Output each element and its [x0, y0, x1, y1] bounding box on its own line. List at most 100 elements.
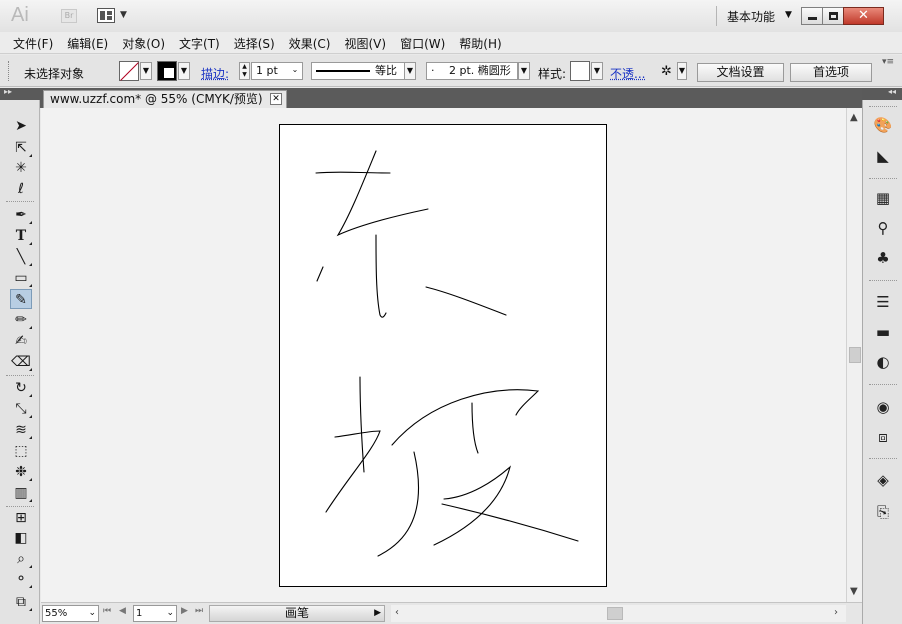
menu-view[interactable]: 视图(V)	[337, 32, 393, 54]
blend-icon[interactable]: ⚬	[10, 569, 32, 589]
status-menu-icon[interactable]: ▶	[374, 606, 381, 621]
recolor-artwork-icon[interactable]: ✲	[661, 64, 672, 79]
menu-help[interactable]: 帮助(H)	[452, 32, 508, 54]
zoom-caret-icon[interactable]: ⌄	[88, 606, 96, 621]
layers-icon[interactable]: ◈	[871, 469, 895, 491]
scroll-up-icon[interactable]: ▲	[850, 112, 858, 123]
workspace-switcher[interactable]: 基本功能	[727, 8, 775, 25]
tools-panel-header[interactable]: ▸▸	[0, 87, 40, 100]
brush-strokes	[315, 150, 579, 557]
scroll-right-icon[interactable]: ›	[834, 607, 838, 618]
stroke-panel-link[interactable]: 描边:	[201, 65, 229, 82]
menu-type[interactable]: 文字(T)	[172, 32, 227, 54]
stroke-swatch[interactable]	[157, 61, 177, 81]
eraser-icon[interactable]: ⌫	[10, 352, 32, 372]
vertical-scrollbar[interactable]: ▲ ▼	[846, 108, 862, 602]
magic-wand-icon[interactable]: ✳	[10, 158, 32, 178]
opacity-link[interactable]: 不透...	[610, 65, 645, 82]
menu-effect[interactable]: 效果(C)	[282, 32, 338, 54]
gradient-icon[interactable]: ◧	[10, 528, 32, 548]
graphic-style-dropdown-icon[interactable]: ▼	[591, 62, 603, 80]
free-transform-icon[interactable]: ⬚	[10, 441, 32, 461]
artboard-number-dropdown[interactable]: 1 ⌄	[133, 605, 177, 622]
pen-icon[interactable]: ✒	[10, 205, 32, 225]
fill-swatch[interactable]	[119, 61, 139, 81]
menu-select[interactable]: 选择(S)	[227, 32, 282, 54]
document-tab[interactable]: www.uzzf.com* @ 55% (CMYK/预览) ✕	[43, 90, 287, 108]
variable-width-profile[interactable]: 等比	[311, 62, 405, 80]
minimize-button[interactable]	[801, 7, 823, 25]
menu-object[interactable]: 对象(O)	[115, 32, 172, 54]
control-bar-grip[interactable]	[8, 61, 11, 81]
live-paint-icon[interactable]: ⧉	[10, 592, 32, 612]
pencil-icon[interactable]: ✏	[10, 310, 32, 330]
artboards-icon[interactable]: ⎘	[871, 501, 895, 523]
brushes-icon[interactable]: ⚲	[871, 217, 895, 239]
menu-edit[interactable]: 编辑(E)	[60, 32, 115, 54]
eyedropper-icon[interactable]: ⌕	[10, 549, 32, 569]
transparency-icon[interactable]: ◐	[871, 351, 895, 373]
menu-file[interactable]: 文件(F)	[6, 32, 60, 54]
scale-icon[interactable]: ⤡	[10, 399, 32, 419]
recolor-dropdown-icon[interactable]: ▼	[677, 62, 687, 80]
artboard[interactable]	[279, 124, 607, 587]
swatches-icon[interactable]: ▦	[871, 187, 895, 209]
artboard-caret-icon[interactable]: ⌄	[166, 606, 174, 621]
first-artboard-icon[interactable]: ⏮	[103, 606, 111, 616]
stroke-icon[interactable]: ☰	[871, 291, 895, 313]
fill-dropdown-icon[interactable]: ▼	[140, 62, 152, 80]
close-button[interactable]: ✕	[843, 7, 884, 25]
gradient-panel-icon[interactable]: ▬	[871, 321, 895, 343]
color-icon[interactable]: 🎨	[871, 114, 895, 136]
graphic-styles-icon[interactable]: ⧈	[871, 426, 895, 448]
selection-icon[interactable]: ➤	[10, 116, 32, 136]
rectangle-icon[interactable]: ▭	[10, 268, 32, 288]
brush-dropdown-icon[interactable]: ▼	[518, 62, 530, 80]
appearance-icon[interactable]: ◉	[871, 396, 895, 418]
stroke-dropdown-icon[interactable]: ▼	[178, 62, 190, 80]
expand-dock-icon[interactable]: ◂◂	[888, 87, 896, 96]
menu-window[interactable]: 窗口(W)	[393, 32, 452, 54]
direct-selection-icon[interactable]: ⇱	[10, 138, 32, 158]
stroke-weight-stepper[interactable]: ▲ ▼	[239, 62, 250, 80]
previous-artboard-icon[interactable]: ◀	[119, 606, 126, 616]
profile-dropdown-icon[interactable]: ▼	[404, 62, 416, 80]
control-panel-menu-icon[interactable]: ▾≡	[882, 57, 894, 67]
symbols-icon[interactable]: ♣	[871, 247, 895, 269]
mesh-icon[interactable]: ⊞	[10, 508, 32, 528]
dock-panel-header[interactable]: ◂◂	[862, 87, 902, 100]
line-segment-icon[interactable]: ╲	[10, 247, 32, 267]
color-guide-icon[interactable]: ◣	[871, 145, 895, 167]
type-icon[interactable]: T	[10, 226, 32, 246]
tools-divider	[6, 506, 34, 507]
bridge-button[interactable]: Br	[61, 9, 77, 23]
column-graph-icon[interactable]: ▥	[10, 483, 32, 503]
graphic-style-swatch[interactable]	[570, 61, 590, 81]
blob-brush-icon[interactable]: ✍	[10, 331, 32, 351]
rotate-icon[interactable]: ↻	[10, 378, 32, 398]
paintbrush-icon[interactable]: ✎	[10, 289, 32, 309]
vertical-scroll-thumb[interactable]	[849, 347, 861, 363]
preferences-button[interactable]: 首选项	[790, 63, 872, 82]
lasso-icon[interactable]: ℓ	[10, 179, 32, 199]
collapse-tools-icon[interactable]: ▸▸	[4, 87, 12, 96]
document-canvas[interactable]	[41, 108, 846, 602]
current-tool-status[interactable]: 画笔 ▶	[209, 605, 385, 622]
stroke-weight-caret-icon[interactable]: ⌄	[289, 62, 301, 80]
brush-definition[interactable]: · 2 pt. 椭圆形	[426, 62, 518, 80]
scroll-left-icon[interactable]: ‹	[395, 607, 399, 618]
workspace-caret-icon[interactable]: ▼	[785, 10, 792, 20]
document-setup-button[interactable]: 文档设置	[697, 63, 784, 82]
warp-icon[interactable]: ≋	[10, 420, 32, 440]
horizontal-scroll-thumb[interactable]	[607, 607, 623, 620]
close-document-icon[interactable]: ✕	[270, 93, 282, 105]
horizontal-scrollbar[interactable]: ‹ ›	[391, 605, 846, 622]
maximize-button[interactable]	[822, 7, 844, 25]
scroll-down-icon[interactable]: ▼	[850, 586, 858, 597]
arrange-documents-icon[interactable]	[97, 8, 115, 23]
zoom-dropdown[interactable]: 55% ⌄	[42, 605, 99, 622]
symbol-sprayer-icon[interactable]: ❉	[10, 462, 32, 482]
arrange-documents-caret-icon[interactable]: ▼	[120, 10, 127, 20]
last-artboard-icon[interactable]: ⏭	[195, 606, 203, 616]
next-artboard-icon[interactable]: ▶	[181, 606, 188, 616]
